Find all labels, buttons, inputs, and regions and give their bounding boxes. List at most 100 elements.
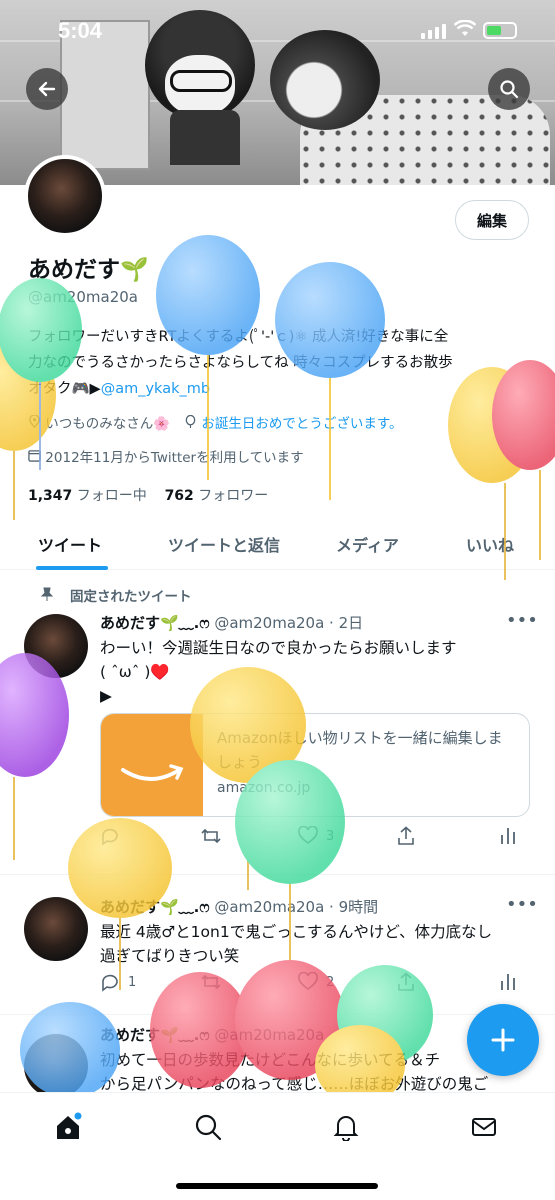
profile-bio: フォロワーだいすきRTよくするよ(ﾟ'-'ｃ)⚛ 成人済!好きな事に全 力なので… <box>28 324 528 402</box>
plus-icon <box>491 1028 515 1052</box>
tweet-text: 最近 4歳♂と1on1で鬼ごっこするんやけど、体力底なし 過ぎてばりきつい笑 <box>100 920 530 968</box>
profile-name: あめだす🌱 <box>28 257 149 283</box>
tweet-handle-time: @am20ma20a · 9時間 <box>214 898 379 916</box>
battery-icon <box>483 22 517 39</box>
active-tab-indicator <box>36 566 108 570</box>
joined-text: 2012年11月からTwitterを利用しています <box>45 450 304 466</box>
tweet-avatar[interactable] <box>24 614 88 678</box>
share-button[interactable] <box>396 972 416 992</box>
tweet-text: わーい！今週誕生日なので良かったらお願いします ( ˆωˆ )♥️ ▶ <box>100 636 530 708</box>
nav-home[interactable] <box>48 1107 88 1147</box>
balloon-icon <box>185 414 196 428</box>
tab-tweets[interactable]: ツイート <box>38 532 102 556</box>
tab-tweets-replies[interactable]: ツイートと返信 <box>168 532 280 556</box>
reply-button[interactable] <box>100 826 120 846</box>
tweet-avatar[interactable] <box>24 1034 88 1098</box>
birthday-text[interactable]: お誕生日おめでとうございます。 <box>201 416 402 432</box>
tweet-header: あめだす🌱﹏.ෆ @am20ma20a · 9時間 <box>100 896 378 917</box>
back-button[interactable] <box>26 68 68 110</box>
tab-media[interactable]: メディア <box>336 532 399 556</box>
joined-date: 2012年11月からTwitterを利用しています <box>28 446 304 466</box>
pinned-label: 固定されたツイート <box>40 585 192 605</box>
edit-profile-button[interactable]: 編集 <box>455 200 529 240</box>
tweet-line: わーい！今週誕生日なので良かったらお願いします <box>100 639 457 657</box>
location-icon <box>29 414 40 428</box>
bio-line: 力なのでうるさかったらさよならしてね 時々コスプレするお散歩 <box>28 355 453 371</box>
profile-meta: いつものみなさん🌸 お誕生日おめでとうございます。 <box>28 412 403 432</box>
reply-icon <box>102 828 118 846</box>
nav-messages[interactable] <box>464 1107 504 1147</box>
status-bar: 5:04 <box>0 0 555 60</box>
reply-icon <box>102 974 118 992</box>
following-count: 1,347 <box>28 488 73 504</box>
search-icon <box>195 1114 222 1141</box>
amazon-smile-icon <box>121 764 184 781</box>
tweet-avatar[interactable] <box>24 897 88 961</box>
amazon-thumbnail <box>101 714 203 816</box>
home-icon <box>57 1112 82 1139</box>
nav-notifications[interactable] <box>326 1107 366 1147</box>
tweet-header: あめだす🌱﹏.ෆ @am20ma20a · 2日 <box>100 612 363 633</box>
heart-icon <box>298 972 318 990</box>
tweet-text: 初めて一日の歩数見たけどこんなに歩いてる＆チ から足パンパンなのねって感じ……ほ… <box>100 1048 530 1096</box>
nav-search[interactable] <box>188 1107 228 1147</box>
mail-icon <box>472 1118 496 1136</box>
like-button[interactable]: 2 <box>298 972 334 992</box>
signal-icon <box>421 24 446 39</box>
pin-icon <box>40 587 54 601</box>
analytics-button[interactable] <box>500 826 516 844</box>
link-card[interactable]: Amazonほしい物リストを一緒に編集しましょう amazon.co.jp <box>100 713 530 817</box>
tweet-line: ▶ <box>100 687 112 705</box>
tweet-author-name[interactable]: あめだす🌱﹏.ෆ <box>100 898 210 916</box>
share-button[interactable] <box>396 826 416 846</box>
profile-avatar[interactable] <box>24 155 106 237</box>
bio-line: オタク🎮▶@am_ykak_mb <box>28 376 528 402</box>
retweet-button[interactable] <box>200 826 222 846</box>
tweet-line: 最近 4歳♂と1on1で鬼ごっこするんやけど、体力底なし <box>100 923 493 941</box>
bio-line-prefix: オタク🎮▶ <box>28 381 101 397</box>
followers-stat[interactable]: 762 フォロワー <box>165 488 269 504</box>
tweet-line: 過ぎてばりきつい笑 <box>100 947 240 965</box>
reply-count: 1 <box>128 974 137 990</box>
search-button[interactable] <box>488 68 530 110</box>
like-count: 2 <box>326 974 335 990</box>
like-count: 3 <box>326 828 335 844</box>
tweet-more-button[interactable]: ••• <box>506 610 538 631</box>
tweet-author-name[interactable]: あめだす🌱﹏.ෆ <box>100 1026 210 1044</box>
home-indicator[interactable] <box>176 1183 378 1189</box>
profile-tabs: ツイート ツイートと返信 メディア いいね <box>0 520 555 570</box>
tweet-handle-time: @am20ma20a <box>214 1026 325 1044</box>
reply-button[interactable]: 1 <box>100 972 136 992</box>
tweet-more-button[interactable]: ••• <box>506 894 538 915</box>
tweet-line: ( ˆωˆ )♥️ <box>100 663 170 681</box>
bell-icon <box>333 1116 359 1141</box>
tab-likes[interactable]: いいね <box>466 532 514 556</box>
following-stat[interactable]: 1,347 フォロー中 <box>28 488 147 504</box>
card-title: Amazonほしい物リストを一緒に編集しましょう <box>217 729 503 771</box>
arrow-left-icon <box>38 81 56 97</box>
pinned-text: 固定されたツイート <box>70 589 192 605</box>
tweet-author-name[interactable]: あめだす🌱﹏.ෆ <box>100 614 210 632</box>
tweet-handle-time: @am20ma20a · 2日 <box>214 614 364 632</box>
followers-count: 762 <box>164 488 194 504</box>
retweet-button[interactable] <box>200 972 222 992</box>
bio-line: フォロワーだいすきRTよくするよ(ﾟ'-'ｃ)⚛ 成人済!好きな事に全 <box>28 329 449 345</box>
analytics-button[interactable] <box>500 972 516 990</box>
retweet-icon <box>201 828 221 844</box>
analytics-icon <box>501 828 515 844</box>
profile-handle: @am20ma20a <box>28 288 138 306</box>
follow-stats: 1,347 フォロー中 762 フォロワー <box>28 485 268 505</box>
location-text: いつものみなさん🌸 <box>45 416 171 432</box>
share-icon <box>398 972 414 991</box>
tweet-divider <box>0 874 555 875</box>
bio-link[interactable]: @am_ykak_mb <box>101 381 210 397</box>
like-button[interactable]: 3 <box>298 826 334 846</box>
location: いつものみなさん🌸 <box>28 412 170 432</box>
retweet-icon <box>201 974 221 990</box>
share-icon <box>398 826 414 845</box>
status-time: 5:04 <box>58 18 103 43</box>
followers-label: フォロワー <box>198 488 269 504</box>
compose-tweet-button[interactable] <box>467 1004 539 1076</box>
tweet-header: あめだす🌱﹏.ෆ @am20ma20a <box>100 1024 324 1045</box>
tweet-actions: 3 <box>100 826 530 854</box>
